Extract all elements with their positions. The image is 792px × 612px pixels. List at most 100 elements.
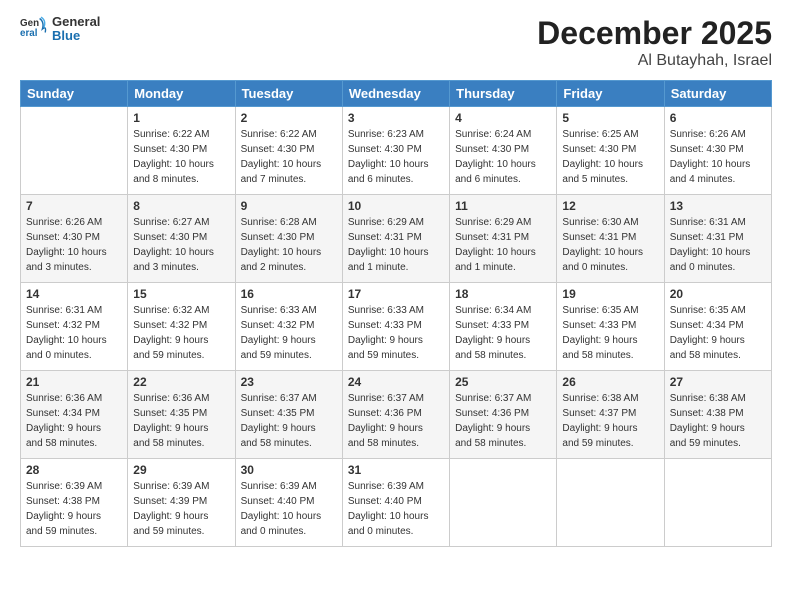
day-number: 1 <box>133 111 229 125</box>
day-number: 14 <box>26 287 122 301</box>
calendar-cell: 6 Sunrise: 6:26 AMSunset: 4:30 PMDaylight… <box>664 107 771 195</box>
calendar-cell <box>557 459 664 547</box>
day-info: Sunrise: 6:36 AMSunset: 4:34 PMDaylight:… <box>26 391 122 451</box>
calendar-cell: 8 Sunrise: 6:27 AMSunset: 4:30 PMDaylight… <box>128 195 235 283</box>
day-info: Sunrise: 6:37 AMSunset: 4:35 PMDaylight:… <box>241 391 337 451</box>
col-wednesday: Wednesday <box>342 81 449 107</box>
day-info: Sunrise: 6:39 AMSunset: 4:40 PMDaylight:… <box>348 479 444 539</box>
calendar-cell: 29Sunrise: 6:39 AMSunset: 4:39 PMDayligh… <box>128 459 235 547</box>
day-number: 31 <box>348 463 444 477</box>
day-number: 11 <box>455 199 551 213</box>
calendar-cell: 10 Sunrise: 6:29 AMSunset: 4:31 PMDayligh… <box>342 195 449 283</box>
day-info: Sunrise: 6:36 AMSunset: 4:35 PMDaylight:… <box>133 391 229 451</box>
calendar-cell: 23 Sunrise: 6:37 AMSunset: 4:35 PMDayligh… <box>235 371 342 459</box>
day-number: 16 <box>241 287 337 301</box>
calendar-cell: 18Sunrise: 6:34 AMSunset: 4:33 PMDayligh… <box>450 283 557 371</box>
calendar-cell: 30 Sunrise: 6:39 AMSunset: 4:40 PMDayligh… <box>235 459 342 547</box>
day-info: Sunrise: 6:28 AMSunset: 4:30 PMDaylight:… <box>241 215 337 275</box>
logo: Gen eral General Blue <box>20 15 100 44</box>
day-number: 6 <box>670 111 766 125</box>
day-number: 2 <box>241 111 337 125</box>
day-info: Sunrise: 6:35 AMSunset: 4:33 PMDaylight:… <box>562 303 658 363</box>
day-number: 5 <box>562 111 658 125</box>
calendar-cell: 19 Sunrise: 6:35 AMSunset: 4:33 PMDayligh… <box>557 283 664 371</box>
location: Al Butayhah, Israel <box>537 52 772 70</box>
day-number: 28 <box>26 463 122 477</box>
page-header: Gen eral General Blue December 2025 Al B… <box>20 15 772 70</box>
month-title: December 2025 <box>537 15 772 52</box>
col-saturday: Saturday <box>664 81 771 107</box>
day-number: 15 <box>133 287 229 301</box>
day-info: Sunrise: 6:39 AMSunset: 4:40 PMDaylight:… <box>241 479 337 539</box>
day-number: 4 <box>455 111 551 125</box>
col-thursday: Thursday <box>450 81 557 107</box>
day-info: Sunrise: 6:23 AMSunset: 4:30 PMDaylight:… <box>348 127 444 187</box>
day-info: Sunrise: 6:29 AMSunset: 4:31 PMDaylight:… <box>455 215 551 275</box>
day-number: 30 <box>241 463 337 477</box>
calendar-cell: 2 Sunrise: 6:22 AMSunset: 4:30 PMDaylight… <box>235 107 342 195</box>
svg-text:eral: eral <box>20 28 38 39</box>
calendar-cell: 27Sunrise: 6:38 AMSunset: 4:38 PMDayligh… <box>664 371 771 459</box>
calendar-cell: 14Sunrise: 6:31 AMSunset: 4:32 PMDayligh… <box>21 283 128 371</box>
day-info: Sunrise: 6:37 AMSunset: 4:36 PMDaylight:… <box>455 391 551 451</box>
day-info: Sunrise: 6:24 AMSunset: 4:30 PMDaylight:… <box>455 127 551 187</box>
calendar-cell: 5 Sunrise: 6:25 AMSunset: 4:30 PMDaylight… <box>557 107 664 195</box>
day-number: 3 <box>348 111 444 125</box>
day-info: Sunrise: 6:32 AMSunset: 4:32 PMDaylight:… <box>133 303 229 363</box>
calendar-cell: 16 Sunrise: 6:33 AMSunset: 4:32 PMDayligh… <box>235 283 342 371</box>
day-info: Sunrise: 6:31 AMSunset: 4:31 PMDaylight:… <box>670 215 766 275</box>
day-info: Sunrise: 6:33 AMSunset: 4:32 PMDaylight:… <box>241 303 337 363</box>
day-info: Sunrise: 6:25 AMSunset: 4:30 PMDaylight:… <box>562 127 658 187</box>
logo-icon: Gen eral <box>20 15 48 43</box>
calendar-cell: 31 Sunrise: 6:39 AMSunset: 4:40 PMDayligh… <box>342 459 449 547</box>
day-number: 10 <box>348 199 444 213</box>
day-info: Sunrise: 6:22 AMSunset: 4:30 PMDaylight:… <box>241 127 337 187</box>
logo-general: General <box>52 14 100 29</box>
day-number: 13 <box>670 199 766 213</box>
calendar-cell: 22Sunrise: 6:36 AMSunset: 4:35 PMDayligh… <box>128 371 235 459</box>
day-info: Sunrise: 6:37 AMSunset: 4:36 PMDaylight:… <box>348 391 444 451</box>
day-number: 26 <box>562 375 658 389</box>
calendar-cell: 1 Sunrise: 6:22 AMSunset: 4:30 PMDaylight… <box>128 107 235 195</box>
calendar-cell: 11 Sunrise: 6:29 AMSunset: 4:31 PMDayligh… <box>450 195 557 283</box>
calendar-cell: 28 Sunrise: 6:39 AMSunset: 4:38 PMDayligh… <box>21 459 128 547</box>
calendar-week-row: 21Sunrise: 6:36 AMSunset: 4:34 PMDayligh… <box>21 371 772 459</box>
calendar-cell: 7Sunrise: 6:26 AMSunset: 4:30 PMDaylight… <box>21 195 128 283</box>
day-info: Sunrise: 6:39 AMSunset: 4:38 PMDaylight:… <box>26 479 122 539</box>
day-number: 29 <box>133 463 229 477</box>
title-block: December 2025 Al Butayhah, Israel <box>537 15 772 70</box>
calendar-week-row: 7Sunrise: 6:26 AMSunset: 4:30 PMDaylight… <box>21 195 772 283</box>
calendar-week-row: 1 Sunrise: 6:22 AMSunset: 4:30 PMDaylight… <box>21 107 772 195</box>
calendar-cell: 25 Sunrise: 6:37 AMSunset: 4:36 PMDayligh… <box>450 371 557 459</box>
col-monday: Monday <box>128 81 235 107</box>
day-number: 20 <box>670 287 766 301</box>
col-sunday: Sunday <box>21 81 128 107</box>
day-number: 18 <box>455 287 551 301</box>
logo-blue: Blue <box>52 28 80 43</box>
day-info: Sunrise: 6:30 AMSunset: 4:31 PMDaylight:… <box>562 215 658 275</box>
day-number: 23 <box>241 375 337 389</box>
day-number: 8 <box>133 199 229 213</box>
calendar-header-row: Sunday Monday Tuesday Wednesday Thursday… <box>21 81 772 107</box>
day-info: Sunrise: 6:33 AMSunset: 4:33 PMDaylight:… <box>348 303 444 363</box>
calendar-cell <box>21 107 128 195</box>
calendar-week-row: 28 Sunrise: 6:39 AMSunset: 4:38 PMDayligh… <box>21 459 772 547</box>
day-info: Sunrise: 6:38 AMSunset: 4:38 PMDaylight:… <box>670 391 766 451</box>
calendar-cell: 24Sunrise: 6:37 AMSunset: 4:36 PMDayligh… <box>342 371 449 459</box>
calendar-cell: 12Sunrise: 6:30 AMSunset: 4:31 PMDayligh… <box>557 195 664 283</box>
day-number: 9 <box>241 199 337 213</box>
day-number: 7 <box>26 199 122 213</box>
day-number: 25 <box>455 375 551 389</box>
day-number: 19 <box>562 287 658 301</box>
calendar-cell: 3 Sunrise: 6:23 AMSunset: 4:30 PMDaylight… <box>342 107 449 195</box>
col-friday: Friday <box>557 81 664 107</box>
day-info: Sunrise: 6:38 AMSunset: 4:37 PMDaylight:… <box>562 391 658 451</box>
calendar-cell <box>664 459 771 547</box>
day-number: 17 <box>348 287 444 301</box>
day-info: Sunrise: 6:26 AMSunset: 4:30 PMDaylight:… <box>670 127 766 187</box>
calendar-cell <box>450 459 557 547</box>
day-info: Sunrise: 6:22 AMSunset: 4:30 PMDaylight:… <box>133 127 229 187</box>
day-info: Sunrise: 6:29 AMSunset: 4:31 PMDaylight:… <box>348 215 444 275</box>
day-info: Sunrise: 6:27 AMSunset: 4:30 PMDaylight:… <box>133 215 229 275</box>
col-tuesday: Tuesday <box>235 81 342 107</box>
